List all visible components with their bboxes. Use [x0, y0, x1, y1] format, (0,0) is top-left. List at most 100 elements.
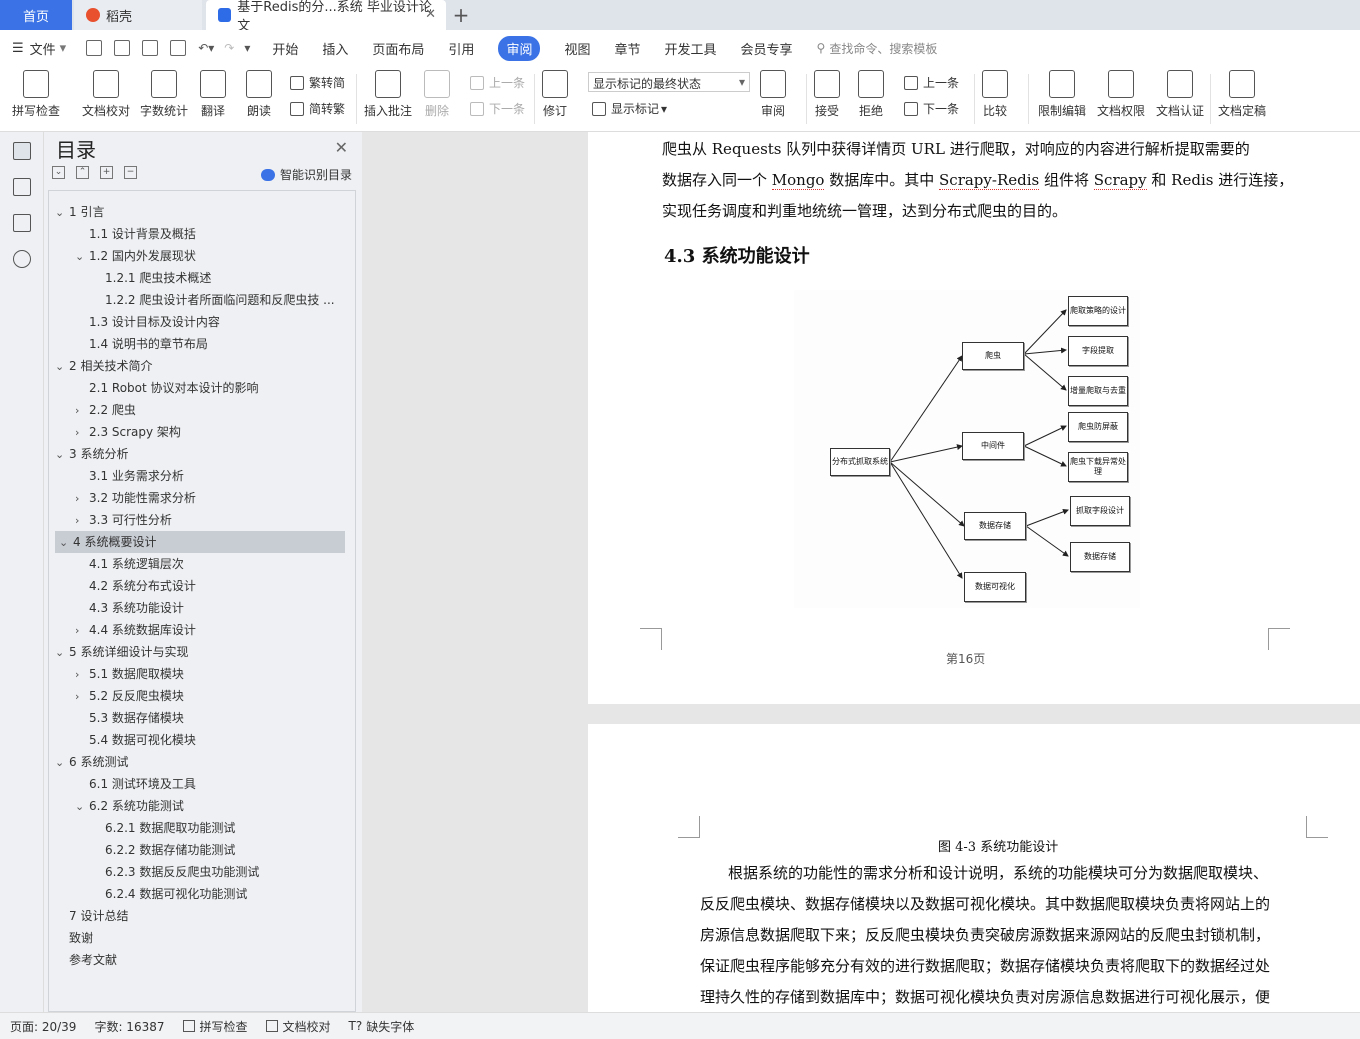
toc-item[interactable]: 5.4 数据可视化模块	[75, 729, 196, 751]
chevron-right-icon[interactable]: ›	[75, 664, 89, 686]
chapter-nav-icon[interactable]	[12, 178, 31, 196]
customize-toolbar-icon[interactable]: ▾	[244, 41, 250, 55]
spell-check-button[interactable]: 拼写检查	[12, 70, 60, 119]
finalize-button[interactable]: 文档定稿	[1218, 70, 1266, 119]
show-markup-button[interactable]: 显示标记 ▾	[592, 100, 667, 117]
chevron-right-icon[interactable]: ›	[75, 686, 89, 708]
next-comment-button[interactable]: 下一条	[470, 100, 525, 117]
export-icon[interactable]	[114, 40, 131, 56]
command-search[interactable]: ⚲ 查找命令、搜索模板	[817, 40, 938, 57]
toc-item[interactable]: ⌄ 1.2 国内外发展现状	[75, 245, 196, 267]
review-pane-button[interactable]: 审阅	[760, 70, 786, 119]
read-aloud-button[interactable]: 朗读	[246, 70, 272, 119]
translate-button[interactable]: 翻译	[200, 70, 226, 119]
doc-rights-button[interactable]: 文档权限	[1097, 70, 1145, 119]
word-count-button[interactable]: 字数统计	[140, 70, 188, 119]
toc-item[interactable]: › 3.3 可行性分析	[75, 509, 172, 531]
toc-item[interactable]: 6.2.1 数据爬取功能测试	[91, 817, 235, 839]
chevron-down-icon[interactable]: ⌄	[55, 752, 69, 774]
search-icon[interactable]	[12, 250, 31, 268]
toc-item[interactable]: › 2.3 Scrapy 架构	[75, 421, 181, 443]
tab-document[interactable]: 基于Redis的分...系统 毕业设计论文 ✕	[206, 0, 446, 34]
toc-item[interactable]: 4.1 系统逻辑层次	[75, 553, 184, 575]
menu-start[interactable]: 开始	[272, 39, 298, 58]
toc-item[interactable]: 1.4 说明书的章节布局	[75, 333, 208, 355]
expand-all-icon[interactable]: ⌃	[76, 166, 89, 179]
print-icon[interactable]	[142, 40, 159, 56]
toc-item[interactable]: 3.1 业务需求分析	[75, 465, 184, 487]
save-icon[interactable]	[86, 40, 103, 56]
toc-item[interactable]: › 2.2 爬虫	[75, 399, 136, 421]
menu-dev-tools[interactable]: 开发工具	[664, 39, 716, 58]
toc-item[interactable]: 1.1 设计背景及概括	[75, 223, 196, 245]
chevron-down-icon[interactable]: ⌄	[59, 532, 73, 554]
status-spell-check[interactable]: 拼写检查	[182, 1018, 248, 1035]
tab-home[interactable]: 首页	[0, 0, 72, 30]
toc-item[interactable]: ⌄ 6.2 系统功能测试	[75, 795, 184, 817]
toc-item[interactable]: 6.2.2 数据存储功能测试	[91, 839, 235, 861]
collapse-all-icon[interactable]: ⌄	[52, 166, 65, 179]
toc-item[interactable]: 1.2.1 爬虫技术概述	[91, 267, 211, 289]
toc-item[interactable]: 5.3 数据存储模块	[75, 707, 184, 729]
proofread-button[interactable]: 文档校对	[82, 70, 130, 119]
smart-toc-button[interactable]: 智能识别目录	[260, 166, 352, 183]
delete-comment-button[interactable]: 删除	[424, 70, 450, 119]
toc-item[interactable]: 1.3 设计目标及设计内容	[75, 311, 220, 333]
toc-item[interactable]: ⌄ 5 系统详细设计与实现	[55, 641, 188, 663]
doc-auth-button[interactable]: 文档认证	[1156, 70, 1204, 119]
toc-item[interactable]: 6.1 测试环境及工具	[75, 773, 196, 795]
chevron-right-icon[interactable]: ›	[75, 400, 89, 422]
print-preview-icon[interactable]	[170, 40, 187, 56]
accept-button[interactable]: 接受	[814, 70, 840, 119]
page-indicator[interactable]: 页面: 20/39	[10, 1018, 76, 1035]
bookmark-icon[interactable]	[12, 214, 31, 232]
toc-icon[interactable]	[12, 142, 31, 160]
chevron-down-icon[interactable]: ⌄	[55, 202, 69, 224]
chevron-right-icon[interactable]: ›	[75, 422, 89, 444]
missing-font-button[interactable]: T? 缺失字体	[349, 1018, 415, 1035]
menu-member[interactable]: 会员专享	[741, 39, 793, 58]
toc-item[interactable]: 2.1 Robot 协议对本设计的影响	[75, 377, 259, 399]
trad-to-simp-button[interactable]: 繁转简	[290, 74, 345, 91]
toc-item[interactable]: 6.2.4 数据可视化功能测试	[91, 883, 247, 905]
toc-item[interactable]: › 3.2 功能性需求分析	[75, 487, 196, 509]
toc-item[interactable]: 7 设计总结	[55, 905, 128, 927]
track-changes-button[interactable]: 修订	[542, 70, 568, 119]
chevron-right-icon[interactable]: ›	[75, 488, 89, 510]
menu-page-layout[interactable]: 页面布局	[372, 39, 424, 58]
file-menu[interactable]: ☰ 文件 ▾	[12, 39, 66, 58]
menu-review[interactable]: 审阅	[498, 35, 541, 61]
simp-to-trad-button[interactable]: 简转繁	[290, 100, 345, 117]
chevron-right-icon[interactable]: ›	[75, 620, 89, 642]
toc-item[interactable]: ⌄ 2 相关技术简介	[55, 355, 152, 377]
compare-button[interactable]: 比较	[982, 70, 1008, 119]
chevron-down-icon[interactable]: ⌄	[55, 356, 69, 378]
toc-item[interactable]: 参考文献	[55, 949, 117, 971]
chevron-down-icon[interactable]: ⌄	[75, 796, 89, 818]
add-heading-icon[interactable]: +	[100, 166, 113, 179]
toc-item[interactable]: ⌄ 3 系统分析	[55, 443, 128, 465]
chevron-right-icon[interactable]: ›	[75, 510, 89, 532]
close-tab-icon[interactable]: ✕	[425, 7, 436, 22]
chevron-down-icon[interactable]: ⌄	[55, 444, 69, 466]
status-proofread[interactable]: 文档校对	[265, 1018, 331, 1035]
redo-icon[interactable]: ↷	[224, 41, 234, 55]
tab-daoke[interactable]: 稻壳	[74, 0, 202, 30]
chevron-down-icon[interactable]: ⌄	[55, 642, 69, 664]
next-change-button[interactable]: 下一条	[904, 100, 959, 117]
insert-comment-button[interactable]: 插入批注	[364, 70, 412, 119]
menu-chapter[interactable]: 章节	[614, 39, 640, 58]
toc-item[interactable]: 1.2.2 爬虫设计者所面临问题和反爬虫技 ...	[91, 289, 335, 311]
toc-item[interactable]: 6.2.3 数据反反爬虫功能测试	[91, 861, 259, 883]
new-tab-button[interactable]: +	[446, 0, 476, 30]
menu-insert[interactable]: 插入	[322, 39, 348, 58]
toc-item[interactable]: › 4.4 系统数据库设计	[75, 619, 196, 641]
toc-item[interactable]: ⌄ 4 系统概要设计	[55, 531, 345, 553]
remove-heading-icon[interactable]: −	[124, 166, 137, 179]
toc-item[interactable]: ⌄ 6 系统测试	[55, 751, 128, 773]
prev-comment-button[interactable]: 上一条	[470, 74, 525, 91]
menu-references[interactable]: 引用	[448, 39, 474, 58]
restrict-editing-button[interactable]: 限制编辑	[1038, 70, 1086, 119]
word-count-indicator[interactable]: 字数: 16387	[94, 1018, 164, 1035]
toc-item[interactable]: ⌄ 1 引言	[55, 201, 104, 223]
